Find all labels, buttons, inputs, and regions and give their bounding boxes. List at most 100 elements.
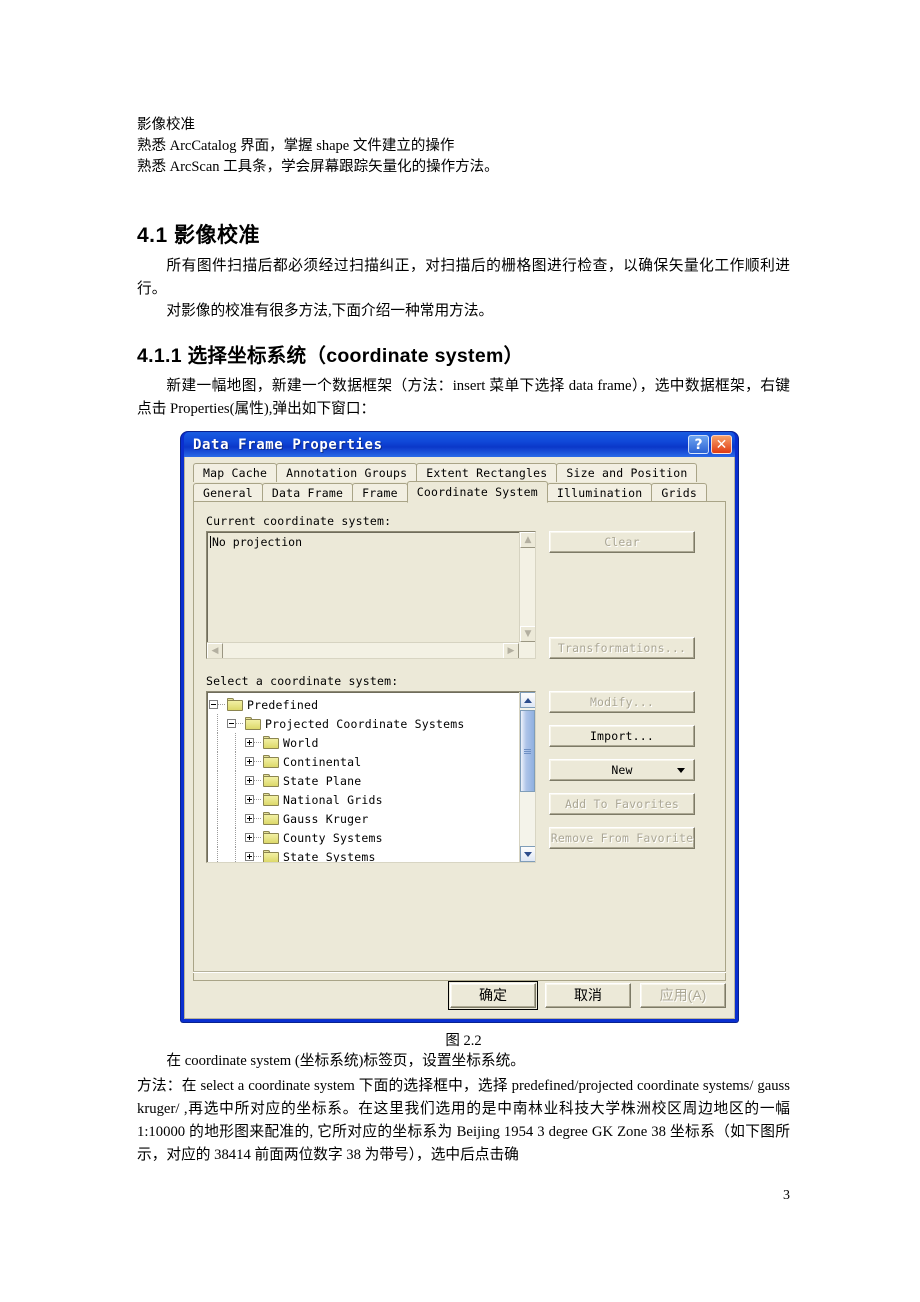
button-label: 取消 — [574, 987, 602, 1003]
page-number: 3 — [783, 1188, 790, 1203]
button-label: Clear — [604, 535, 640, 549]
tree-item[interactable]: Gauss Kruger — [209, 809, 517, 828]
tree-item-label: Continental — [283, 754, 362, 769]
folder-icon — [263, 850, 279, 862]
current-cs-textbox[interactable]: No projection ▲ ▼ ◀ ▶ — [206, 531, 536, 659]
help-icon[interactable]: ? — [688, 435, 709, 454]
dialog-body: Map Cache Annotation Groups Extent Rectang… — [184, 457, 735, 1019]
ok-button[interactable]: 确定 — [448, 980, 538, 1010]
tab-label: Grids — [661, 486, 697, 500]
paragraph-5: 方法：在 select a coordinate system 下面的选择框中，… — [137, 1078, 790, 1163]
tree-indent-guide — [209, 714, 227, 733]
scroll-left-icon[interactable]: ◀ — [207, 643, 223, 658]
button-label: Remove From Favorite — [550, 831, 694, 845]
tab-label: General — [203, 486, 253, 500]
tree-item[interactable]: State Plane — [209, 771, 517, 790]
tree-scroll-up-icon[interactable] — [520, 692, 535, 708]
tab-frame[interactable]: Frame — [352, 483, 408, 502]
tab-map-cache[interactable]: Map Cache — [193, 463, 278, 482]
tree-indent-guide — [209, 771, 227, 790]
tree-items: Predefined Projected Coordinate Systems Wo… — [209, 695, 517, 862]
tab-label: Annotation Groups — [286, 466, 408, 480]
folder-icon — [263, 812, 279, 825]
button-label: 确定 — [479, 987, 507, 1003]
expand-plus-icon[interactable] — [245, 757, 254, 766]
expand-plus-icon[interactable] — [245, 852, 254, 861]
folder-icon — [263, 755, 279, 768]
data-frame-properties-dialog: Data Frame Properties ? ✕ Map Cache Annot… — [181, 432, 738, 1022]
tree-item[interactable]: County Systems — [209, 828, 517, 847]
tree-item[interactable]: Projected Coordinate Systems — [209, 714, 517, 733]
expand-plus-icon[interactable] — [245, 776, 254, 785]
folder-icon — [245, 717, 261, 730]
add-to-favorites-button: Add To Favorites — [549, 793, 695, 815]
coordinate-system-tree[interactable]: Predefined Projected Coordinate Systems Wo… — [206, 691, 536, 863]
scroll-right-icon[interactable]: ▶ — [503, 643, 519, 658]
tab-grids[interactable]: Grids — [651, 483, 707, 502]
coordinate-system-panel: Current coordinate system: No projection… — [193, 501, 726, 981]
tab-size-and-position[interactable]: Size and Position — [556, 463, 698, 482]
folder-icon — [227, 698, 243, 711]
tab-row-1: Map Cache Annotation Groups Extent Rectang… — [193, 463, 726, 482]
new-button[interactable]: New — [549, 759, 695, 781]
tree-indent-guide — [209, 752, 227, 771]
tree-item-label: Projected Coordinate Systems — [265, 716, 465, 731]
chevron-down-icon — [677, 768, 685, 773]
tree-indent-guide — [227, 771, 245, 790]
tree-item-label: Predefined — [247, 697, 319, 712]
tab-label: Data Frame — [271, 486, 344, 500]
tab-extent-rectangles[interactable]: Extent Rectangles — [416, 463, 558, 482]
cancel-button[interactable]: 取消 — [545, 982, 631, 1008]
tree-connector — [254, 780, 262, 781]
tab-label: Frame — [362, 486, 398, 500]
apply-button: 应用(A) — [640, 982, 726, 1008]
scroll-corner — [519, 642, 535, 658]
tree-item[interactable]: Continental — [209, 752, 517, 771]
collapse-minus-icon[interactable] — [209, 700, 218, 709]
current-cs-hscrollbar[interactable]: ◀ ▶ — [207, 642, 519, 658]
section-heading: 4.1 影像校准 — [137, 224, 261, 247]
tree-indent-guide — [227, 790, 245, 809]
current-cs-label: Current coordinate system: — [206, 514, 392, 528]
scroll-up-icon[interactable]: ▲ — [520, 532, 535, 548]
tree-item-label: County Systems — [283, 830, 383, 845]
expand-plus-icon[interactable] — [245, 738, 254, 747]
tree-vscrollbar[interactable] — [519, 692, 535, 862]
import-button[interactable]: Import... — [549, 725, 695, 747]
remove-from-favorite-button: Remove From Favorite — [549, 827, 695, 849]
tree-connector — [218, 704, 226, 705]
close-icon[interactable]: ✕ — [711, 435, 732, 454]
collapse-minus-icon[interactable] — [227, 719, 236, 728]
tab-label: Size and Position — [566, 466, 688, 480]
tree-connector — [254, 837, 262, 838]
button-label: 应用(A) — [659, 987, 707, 1003]
button-label: Transformations... — [557, 641, 687, 655]
tree-scroll-down-icon[interactable] — [520, 846, 535, 862]
intro-line-3: 熟悉 ArcScan 工具条，学会屏幕跟踪矢量化的操作方法。 — [137, 159, 499, 175]
button-label: Add To Favorites — [565, 797, 679, 811]
tree-item[interactable]: National Grids — [209, 790, 517, 809]
dialog-titlebar[interactable]: Data Frame Properties ? ✕ — [184, 432, 735, 457]
document-page: 影像校准 熟悉 ArcCatalog 界面，掌握 shape 文件建立的操作 熟… — [0, 0, 920, 1302]
tab-annotation-groups[interactable]: Annotation Groups — [276, 463, 418, 482]
expand-plus-icon[interactable] — [245, 795, 254, 804]
intro-line-2: 熟悉 ArcCatalog 界面，掌握 shape 文件建立的操作 — [137, 138, 455, 154]
select-cs-label: Select a coordinate system: — [206, 674, 399, 688]
tree-item[interactable]: Predefined — [209, 695, 517, 714]
tree-item[interactable]: World — [209, 733, 517, 752]
tab-illumination[interactable]: Illumination — [546, 483, 653, 502]
tab-data-frame[interactable]: Data Frame — [261, 483, 354, 502]
current-cs-vscrollbar[interactable]: ▲ ▼ — [519, 532, 535, 642]
scroll-down-icon[interactable]: ▼ — [520, 626, 535, 642]
expand-plus-icon[interactable] — [245, 833, 254, 842]
tree-scroll-thumb[interactable] — [520, 710, 535, 792]
expand-plus-icon[interactable] — [245, 814, 254, 823]
tab-general[interactable]: General — [193, 483, 263, 502]
tree-item[interactable]: State Systems — [209, 847, 517, 862]
folder-icon — [263, 793, 279, 806]
tree-indent-guide — [227, 733, 245, 752]
tree-connector — [254, 742, 262, 743]
tab-coordinate-system[interactable]: Coordinate System — [406, 481, 548, 503]
figure-caption: 图 2.2 — [445, 1033, 482, 1049]
button-label: Import... — [589, 729, 655, 743]
